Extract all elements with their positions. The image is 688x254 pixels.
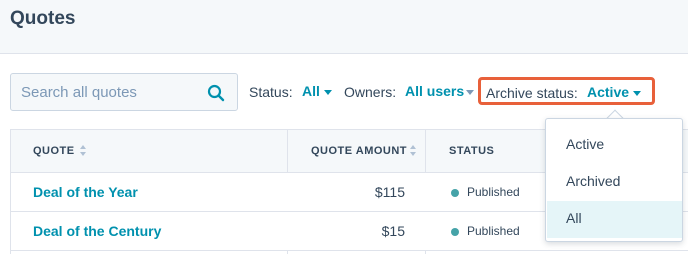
page-header: Quotes: [0, 0, 688, 54]
search-placeholder: Search all quotes: [21, 84, 137, 101]
column-header-quote[interactable]: QUOTE: [33, 145, 75, 157]
owners-filter-label: Owners:: [344, 84, 397, 100]
chevron-down-icon[interactable]: [324, 90, 332, 95]
quote-amount: $115: [374, 184, 405, 200]
sort-icon[interactable]: [80, 145, 86, 157]
archive-status-dropdown[interactable]: Active: [587, 84, 629, 100]
status-filter-dropdown[interactable]: All: [302, 83, 320, 99]
page-title: Quotes: [10, 8, 76, 29]
search-input[interactable]: Search all quotes: [10, 73, 238, 111]
column-header-status[interactable]: STATUS: [449, 145, 494, 157]
status-text: Published: [467, 185, 520, 199]
menu-item-active[interactable]: Active: [547, 127, 682, 164]
quote-amount: $15: [381, 223, 405, 239]
chevron-down-icon[interactable]: [633, 91, 641, 96]
sort-icon[interactable]: [410, 145, 416, 157]
chevron-down-icon[interactable]: [466, 90, 474, 95]
owners-filter-dropdown[interactable]: All users: [405, 83, 464, 99]
menu-item-archived[interactable]: Archived: [547, 164, 682, 201]
quote-name-link[interactable]: Deal of the Century: [33, 223, 161, 239]
archive-status-label: Archive status:: [486, 85, 578, 101]
status-filter-label: Status:: [249, 84, 293, 100]
search-icon[interactable]: [207, 84, 225, 102]
status-text: Published: [467, 224, 520, 238]
archive-status-menu: Active Archived All: [545, 118, 683, 242]
menu-item-all[interactable]: All: [547, 201, 682, 238]
archive-status-highlight[interactable]: Archive status: Active: [478, 77, 655, 105]
status-dot-icon: [451, 228, 459, 236]
quote-name-link[interactable]: Deal of the Year: [33, 184, 138, 200]
column-header-quote-amount[interactable]: QUOTE AMOUNT: [311, 145, 407, 157]
status-dot-icon: [451, 189, 459, 197]
